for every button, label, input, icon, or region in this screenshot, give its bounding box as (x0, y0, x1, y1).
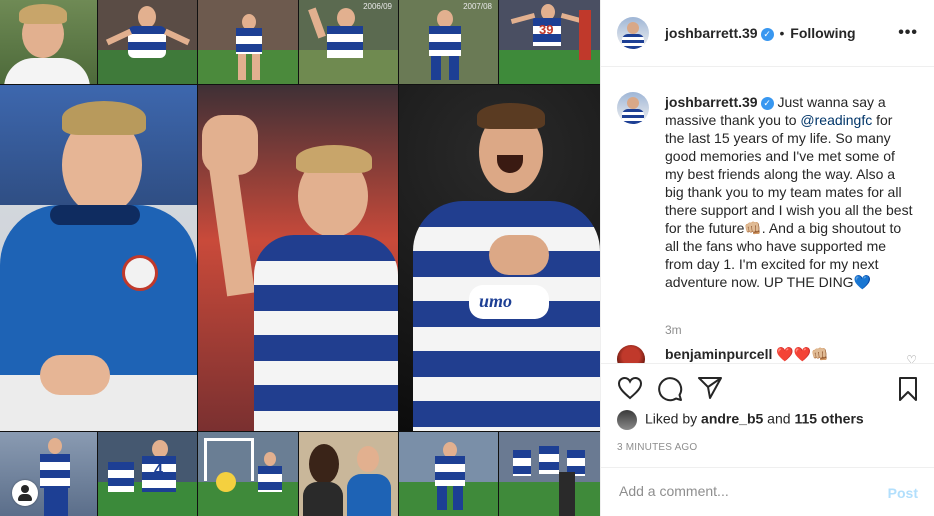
post-image[interactable]: 2006/09 2007/08 39 umo 4 (0, 0, 600, 516)
author-avatar[interactable] (617, 17, 649, 49)
caption-author-avatar[interactable] (617, 92, 649, 124)
likes-prefix: Liked by (645, 410, 702, 427)
comment-bubble-icon[interactable] (657, 376, 683, 402)
shirt-number: 39 (539, 22, 554, 37)
collage-photo-6: 39 (499, 0, 600, 84)
heart-icon[interactable] (617, 376, 643, 400)
collage-photo-clapping (198, 85, 398, 431)
collage-photo-signing (0, 85, 197, 431)
post-caption: joshbarrett.39 ✓ Just wanna say a massive… (665, 93, 915, 291)
commenter-username[interactable]: benjaminpurcell (665, 346, 772, 362)
header-title-row: joshbarrett.39 ✓ • Following (665, 25, 856, 41)
liker-avatar[interactable] (617, 410, 637, 430)
year-label: 2007/08 (463, 2, 492, 11)
caption-username[interactable]: joshbarrett.39 (665, 94, 758, 110)
shirt-number: 4 (154, 462, 163, 479)
mention-link[interactable]: @readingfc (800, 112, 872, 128)
author-username[interactable]: joshbarrett.39 (665, 25, 758, 41)
paper-plane-icon[interactable] (697, 376, 723, 400)
sponsor-logo: umo (479, 291, 513, 311)
comment-text-row: benjaminpurcell ❤️❤️👊🏼 (665, 346, 829, 363)
year-label: 2006/09 (363, 2, 392, 11)
collage-photo-1 (0, 0, 97, 84)
post-header: joshbarrett.39 ✓ • Following ••• (601, 0, 934, 67)
comment-input[interactable] (617, 482, 861, 500)
collage-photo-11 (399, 432, 498, 516)
collage-photo-3 (198, 0, 298, 84)
likes-others-link[interactable]: 115 others (794, 411, 863, 427)
post-comment-button[interactable]: Post (888, 485, 918, 501)
following-button[interactable]: Following (790, 25, 855, 41)
collage-photo-7 (0, 432, 97, 516)
likes-middle: and (763, 410, 795, 427)
comment-text: ❤️❤️👊🏼 (772, 346, 829, 362)
account-icon[interactable] (12, 480, 38, 506)
post-timestamp[interactable]: 3 MINUTES AGO (617, 442, 697, 453)
liker-username[interactable]: andre_b5 (701, 411, 763, 427)
bookmark-icon[interactable] (898, 376, 918, 402)
caption-text-end: for the last 15 years of my life. So man… (665, 112, 913, 290)
collage-photo-5: 2007/08 (399, 0, 498, 84)
separator-dot: • (779, 25, 785, 41)
commenter-avatar[interactable] (617, 345, 645, 363)
collage-photo-10 (299, 432, 398, 516)
collage-photo-celebration: umo (399, 85, 600, 431)
likes-summary: Liked by andre_b5 and 115 others (617, 410, 864, 430)
action-bar (601, 363, 934, 413)
verified-badge-icon: ✓ (760, 27, 774, 41)
comments-area[interactable]: joshbarrett.39 ✓ Just wanna say a massive… (601, 67, 934, 363)
collage-photo-12 (499, 432, 600, 516)
more-options-icon[interactable]: ••• (898, 24, 918, 42)
collage-photo-4: 2006/09 (299, 0, 398, 84)
caption-time[interactable]: 3m (665, 323, 682, 337)
verified-badge-icon: ✓ (760, 96, 774, 110)
collage-photo-8: 4 (98, 432, 197, 516)
collage-photo-2 (98, 0, 197, 84)
post-panel: joshbarrett.39 ✓ • Following ••• joshbarr… (600, 0, 934, 516)
comment-item: benjaminpurcell ❤️❤️👊🏼 ♡ (617, 345, 917, 363)
add-comment-bar: Post (601, 467, 934, 516)
comment-like-icon[interactable]: ♡ (906, 353, 917, 363)
collage-photo-9 (198, 432, 298, 516)
